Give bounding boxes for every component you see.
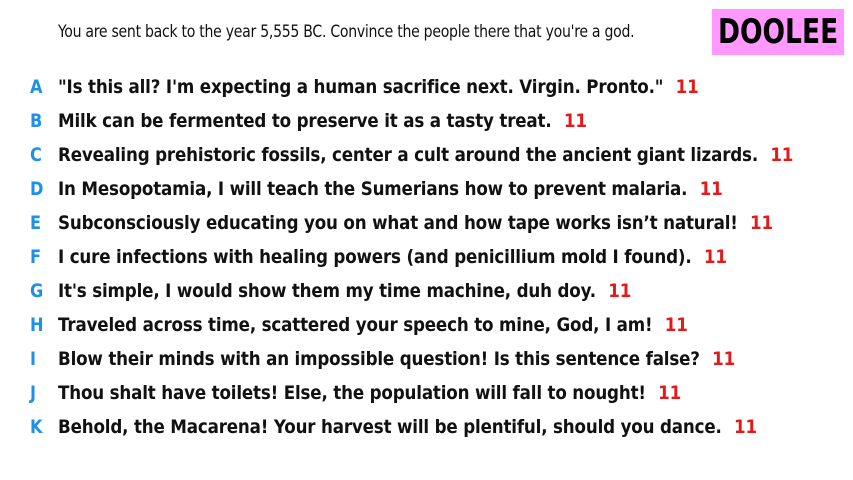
answer-row[interactable]: H Traveled across time, scattered your sp… [0, 308, 853, 342]
answer-row[interactable]: F I cure infections with healing powers (… [0, 240, 853, 274]
answer-letter: E [30, 212, 42, 234]
answer-score: 11 [563, 110, 587, 132]
answer-letter: K [30, 416, 43, 438]
answer-list: A "Is this all? I'm expecting a human sac… [0, 70, 853, 444]
answer-row[interactable]: K Behold, the Macarena! Your harvest will… [0, 410, 853, 444]
answer-row[interactable]: I Blow their minds with an impossible que… [0, 342, 853, 376]
answer-letter: J [30, 382, 37, 404]
answer-letter: G [30, 280, 44, 302]
answer-score: 11 [703, 246, 727, 268]
answer-letter: C [30, 144, 42, 166]
answer-text: It's simple, I would show them my time m… [58, 280, 596, 302]
brand-logo-text: DOOLEE [717, 12, 839, 52]
answer-letter: D [30, 178, 44, 200]
answer-line: Revealing prehistoric fossils, center a … [58, 144, 793, 166]
answer-row[interactable]: E Subconsciously educating you on what an… [0, 206, 853, 240]
brand-logo: DOOLEE [712, 9, 844, 55]
answer-row[interactable]: B Milk can be fermented to preserve it as… [0, 104, 853, 138]
answer-row[interactable]: G It's simple, I would show them my time … [0, 274, 853, 308]
answer-text: In Mesopotamia, I will teach the Sumeria… [58, 178, 688, 200]
answer-text: Behold, the Macarena! Your harvest will … [58, 416, 722, 438]
answer-text: I cure infections with healing powers (a… [58, 246, 692, 268]
answer-text: "Is this all? I'm expecting a human sacr… [58, 76, 664, 98]
answer-line: Blow their minds with an impossible ques… [58, 348, 735, 370]
answer-line: I cure infections with healing powers (a… [58, 246, 727, 268]
answer-score: 11 [750, 212, 773, 234]
answer-score: 11 [699, 178, 723, 200]
answer-score: 11 [664, 314, 688, 336]
answer-letter: A [30, 76, 43, 98]
answer-text: Blow their minds with an impossible ques… [58, 348, 700, 370]
answer-text: Milk can be fermented to preserve it as … [58, 110, 552, 132]
answer-score: 11 [712, 348, 736, 370]
answer-line: Milk can be fermented to preserve it as … [58, 110, 587, 132]
answer-line: Subconsciously educating you on what and… [58, 212, 773, 234]
answer-score: 11 [608, 280, 632, 302]
answer-row[interactable]: C Revealing prehistoric fossils, center a… [0, 138, 853, 172]
answer-text: Revealing prehistoric fossils, center a … [58, 144, 759, 166]
question-prompt: You are sent back to the year 5,555 BC. … [58, 22, 635, 42]
answer-text: Traveled across time, scattered your spe… [58, 314, 653, 336]
answer-line: "Is this all? I'm expecting a human sacr… [58, 76, 699, 98]
answer-letter: I [30, 348, 37, 370]
answer-score: 11 [770, 144, 794, 166]
answer-letter: B [30, 110, 43, 132]
answer-line: Traveled across time, scattered your spe… [58, 314, 688, 336]
answer-text: Subconsciously educating you on what and… [58, 212, 738, 234]
answer-score: 11 [734, 416, 757, 438]
answer-line: It's simple, I would show them my time m… [58, 280, 631, 302]
answer-row[interactable]: J Thou shalt have toilets! Else, the popu… [0, 376, 853, 410]
answer-score: 11 [658, 382, 682, 404]
answer-score: 11 [675, 76, 699, 98]
answer-row[interactable]: D In Mesopotamia, I will teach the Sumeri… [0, 172, 853, 206]
answer-letter: F [30, 246, 42, 268]
answer-text: Thou shalt have toilets! Else, the popul… [58, 382, 646, 404]
answer-row[interactable]: A "Is this all? I'm expecting a human sac… [0, 70, 853, 104]
answer-letter: H [30, 314, 44, 336]
answer-line: Thou shalt have toilets! Else, the popul… [58, 382, 681, 404]
answer-line: In Mesopotamia, I will teach the Sumeria… [58, 178, 723, 200]
answer-line: Behold, the Macarena! Your harvest will … [58, 416, 757, 438]
